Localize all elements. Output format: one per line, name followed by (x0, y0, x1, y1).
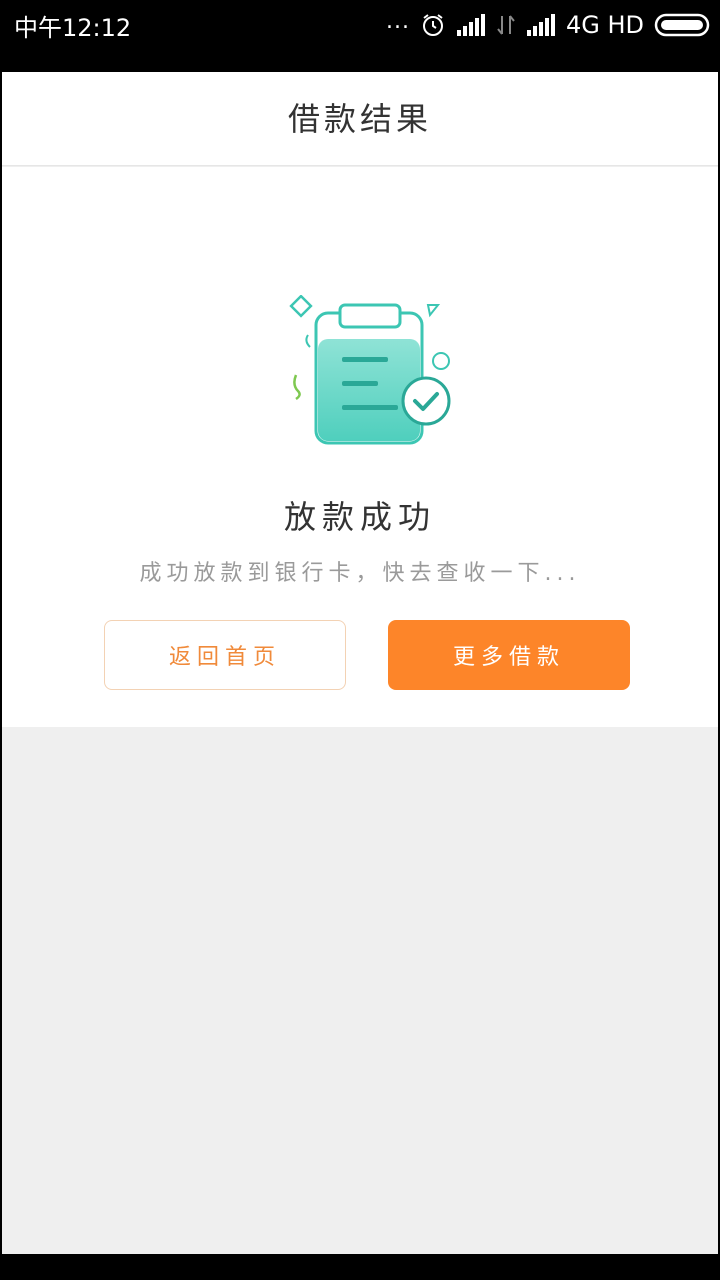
nav-bar: 借款结果 (2, 72, 718, 166)
result-title: 放款成功 (283, 498, 436, 536)
data-arrows-icon (497, 15, 515, 35)
network-type: 4G HD (565, 11, 644, 39)
clipboard-check-icon (289, 295, 451, 445)
app-screen: 借款结果 放款成功 成功放款到银行卡，快去查收一下... 返回首页 更多借款 (2, 72, 718, 1254)
page-title: 借款结果 (287, 100, 432, 138)
more-dots-icon: ... (385, 9, 410, 34)
result-description: 成功放款到银行卡，快去查收一下... (139, 561, 581, 586)
signal-icon (526, 14, 555, 36)
status-icons: ... 4G HD (386, 8, 710, 42)
alarm-icon (422, 14, 443, 36)
back-home-button[interactable]: 返回首页 (104, 620, 346, 690)
signal-icon (456, 14, 485, 36)
status-time: 中午12:12 (14, 14, 132, 42)
status-bar: 中午12:12 ... 4G HD (0, 0, 720, 72)
battery-icon (654, 13, 710, 37)
bottom-bar (0, 1254, 720, 1280)
result-panel: 放款成功 成功放款到银行卡，快去查收一下... 返回首页 更多借款 (2, 167, 718, 727)
more-loans-button[interactable]: 更多借款 (388, 620, 630, 690)
